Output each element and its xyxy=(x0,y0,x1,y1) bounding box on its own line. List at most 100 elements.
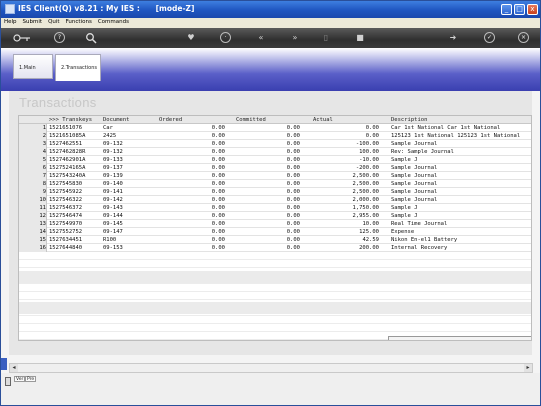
cell-description[interactable]: Expense xyxy=(391,229,414,235)
cell-ordered[interactable]: 0.00 xyxy=(169,197,225,203)
cell-ordered[interactable]: 0.00 xyxy=(169,133,225,139)
cell-actual[interactable]: -100.00 xyxy=(309,141,379,147)
cell-committed[interactable]: 0.00 xyxy=(234,173,300,179)
cell-description[interactable]: Sample Journal xyxy=(391,197,437,203)
cell-committed[interactable]: 0.00 xyxy=(234,181,300,187)
table-row[interactable]: 11 1527546372 09-143 0.00 0.00 1,750.00 Sample… xyxy=(19,204,531,212)
row-number[interactable]: 11 xyxy=(19,204,47,212)
cell-transkey[interactable]: 1527462551 xyxy=(49,141,82,147)
row-number[interactable]: 14 xyxy=(19,228,47,236)
table-row[interactable]: 14 1527552752 09-147 0.00 0.00 125.00 Expense xyxy=(19,228,531,236)
empty-row[interactable] xyxy=(19,324,531,332)
cell-actual[interactable]: -10.00 xyxy=(309,157,379,163)
cell-actual[interactable]: 10.00 xyxy=(309,221,379,227)
menu-quit[interactable]: Quit xyxy=(45,18,63,25)
rewind-icon[interactable]: « xyxy=(254,32,268,44)
cell-ordered[interactable]: 0.00 xyxy=(169,205,225,211)
cell-document[interactable]: 09-144 xyxy=(103,213,123,219)
table-row[interactable]: 10 1527546322 09-142 0.00 0.00 2,000.00 Sample… xyxy=(19,196,531,204)
cell-description[interactable]: Sample Journal xyxy=(391,181,437,187)
cell-actual[interactable]: 42.59 xyxy=(309,237,379,243)
menu-help[interactable]: Help xyxy=(1,18,20,25)
cell-transkey[interactable]: 1527549970 xyxy=(49,221,82,227)
empty-row[interactable] xyxy=(19,316,531,324)
empty-row[interactable] xyxy=(19,252,531,260)
tab-main[interactable]: 1.Main xyxy=(13,54,53,79)
col-description[interactable]: Description xyxy=(391,117,427,123)
row-number[interactable]: 8 xyxy=(19,180,47,188)
minimize-button[interactable]: _ xyxy=(501,4,512,15)
cell-actual[interactable]: 0.00 xyxy=(309,125,379,131)
key-icon[interactable] xyxy=(13,32,31,44)
edit-icon[interactable]: ■ xyxy=(355,32,365,44)
row-number[interactable]: 5 xyxy=(19,156,47,164)
tab-transactions[interactable]: 2.Transactions xyxy=(55,54,101,81)
cell-committed[interactable]: 0.00 xyxy=(234,149,300,155)
col-committed[interactable]: Committed xyxy=(236,117,266,123)
cell-description[interactable]: 125123 1st National 125123 1st National xyxy=(391,133,520,139)
cell-committed[interactable]: 0.00 xyxy=(234,189,300,195)
cell-transkey[interactable]: 1527545922 xyxy=(49,189,82,195)
cell-transkey[interactable]: 1521651076 xyxy=(49,125,82,131)
cell-ordered[interactable]: 0.00 xyxy=(169,181,225,187)
scroll-left-icon[interactable]: ◂ xyxy=(10,364,18,372)
cell-description[interactable]: Sample Journal xyxy=(391,165,437,171)
cell-description[interactable]: Sample J xyxy=(391,213,418,219)
cell-transkey[interactable]: 1527634451 xyxy=(49,237,82,243)
help-icon[interactable]: ? xyxy=(54,32,65,43)
row-number[interactable]: 1 xyxy=(19,124,47,132)
cell-committed[interactable]: 0.00 xyxy=(234,245,300,251)
row-number[interactable]: 6 xyxy=(19,164,47,172)
cell-ordered[interactable]: 0.00 xyxy=(169,189,225,195)
horizontal-scrollbar[interactable]: ◂ ▸ xyxy=(9,363,533,373)
table-row[interactable]: 8 1527545830 09-140 0.00 0.00 2,500.00 Sample … xyxy=(19,180,531,188)
cell-ordered[interactable]: 0.00 xyxy=(169,141,225,147)
cell-document[interactable]: 09-140 xyxy=(103,181,123,187)
cell-committed[interactable]: 0.00 xyxy=(234,229,300,235)
cell-description[interactable]: Internal Recovery xyxy=(391,245,447,251)
cell-document[interactable]: 09-147 xyxy=(103,229,123,235)
heart-icon[interactable]: ♥ xyxy=(186,32,196,44)
cell-transkey[interactable]: 1527462901A xyxy=(49,157,85,163)
col-ordered[interactable]: Ordered xyxy=(159,117,182,123)
close-icon[interactable]: × xyxy=(518,32,529,43)
check-icon[interactable]: ✓ xyxy=(484,32,495,43)
cell-transkey[interactable]: 1527546322 xyxy=(49,197,82,203)
col-transkeys[interactable]: >>> Transkeys xyxy=(49,117,92,123)
row-number[interactable]: 2 xyxy=(19,132,47,140)
cell-transkey[interactable]: 1527545830 xyxy=(49,181,82,187)
row-number[interactable]: 7 xyxy=(19,172,47,180)
cell-ordered[interactable]: 0.00 xyxy=(169,213,225,219)
title-bar[interactable]: IES Client(Q) v8.21 : My IES : [mode-Z] … xyxy=(1,1,540,18)
cell-committed[interactable]: 0.00 xyxy=(234,213,300,219)
menu-functions[interactable]: Functions xyxy=(63,18,95,25)
cell-description[interactable]: Nikon En-el1 Battery xyxy=(391,237,457,243)
cell-document[interactable]: 09-143 xyxy=(103,205,123,211)
cell-description[interactable]: Car 1st National Car 1st National xyxy=(391,125,500,131)
cell-transkey[interactable]: 1527546372 xyxy=(49,205,82,211)
cell-document[interactable]: 09-139 xyxy=(103,173,123,179)
cell-document[interactable]: R100 xyxy=(103,237,116,243)
cell-ordered[interactable]: 0.00 xyxy=(169,165,225,171)
cell-document[interactable]: 09-153 xyxy=(103,245,123,251)
cell-ordered[interactable]: 0.00 xyxy=(169,125,225,131)
cell-actual[interactable]: 2,500.00 xyxy=(309,181,380,187)
cell-actual[interactable]: 1,750.00 xyxy=(309,205,380,211)
cell-ordered[interactable]: 0.00 xyxy=(169,245,225,251)
table-row[interactable]: 5 1527462901A 09-133 0.00 0.00 -10.00 Sample J xyxy=(19,156,531,164)
table-row[interactable]: 2 1521651085A 2425 0.00 0.00 0.00 125123 1st N… xyxy=(19,132,531,140)
row-number[interactable]: 15 xyxy=(19,236,47,244)
cell-actual[interactable]: 200.00 xyxy=(309,245,379,251)
cell-committed[interactable]: 0.00 xyxy=(234,165,300,171)
cell-actual[interactable]: 2,955.00 xyxy=(309,213,380,219)
cell-transkey[interactable]: 1527552752 xyxy=(49,229,82,235)
cell-ordered[interactable]: 0.00 xyxy=(169,157,225,163)
cell-transkey[interactable]: 1527644840 xyxy=(49,245,82,251)
row-number[interactable]: 12 xyxy=(19,212,47,220)
cell-document[interactable]: 09-145 xyxy=(103,221,123,227)
table-row[interactable]: 15 1527634451 R100 0.00 0.00 42.59 Nikon En-el… xyxy=(19,236,531,244)
cell-description[interactable]: Sample J xyxy=(391,157,418,163)
row-number[interactable]: 16 xyxy=(19,244,47,252)
cell-ordered[interactable]: 0.00 xyxy=(169,229,225,235)
cell-committed[interactable]: 0.00 xyxy=(234,237,300,243)
